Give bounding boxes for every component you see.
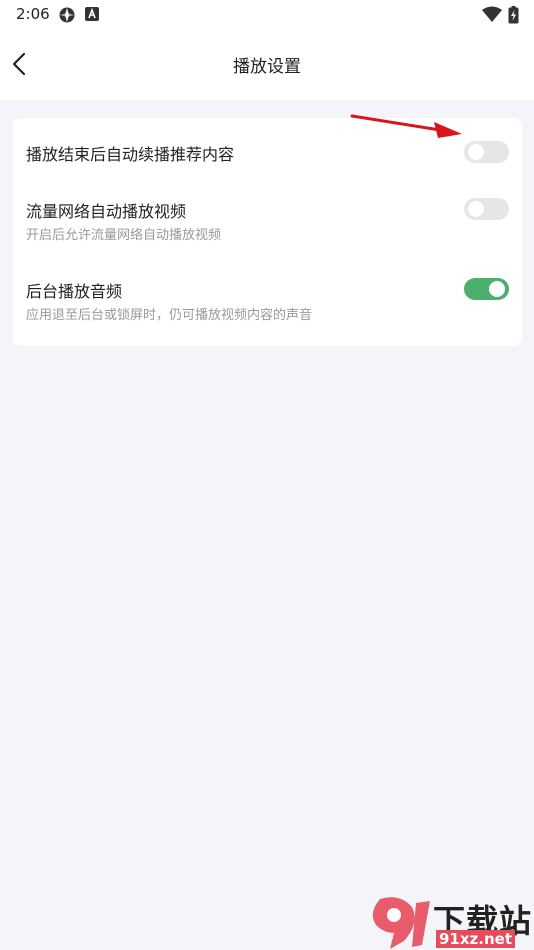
annotation-arrow-icon	[350, 114, 462, 138]
toggle-switch-background-audio[interactable]	[464, 278, 509, 300]
toggle-knob	[468, 201, 484, 217]
status-time: 2:06	[16, 5, 50, 23]
setting-row-mobile-data-autoplay[interactable]: 流量网络自动播放视频 开启后允许流量网络自动播放视频	[13, 186, 522, 256]
toggle-knob	[489, 281, 505, 297]
toggle-knob	[468, 144, 484, 160]
setting-title: 播放结束后自动续播推荐内容	[26, 145, 235, 164]
toggle-switch-autoplay-recommended[interactable]	[464, 141, 509, 163]
settings-card: 播放结束后自动续播推荐内容 流量网络自动播放视频 开启后允许流量网络自动播放视频…	[13, 118, 522, 346]
toggle-switch-mobile-data-autoplay[interactable]	[464, 198, 509, 220]
nav-bar: 播放设置	[0, 28, 534, 100]
setting-title: 流量网络自动播放视频	[26, 202, 187, 221]
accessibility-a-icon	[85, 7, 99, 21]
wifi-icon	[482, 6, 502, 22]
page-title: 播放设置	[233, 57, 301, 77]
watermark-domain: 91xz.net	[436, 930, 516, 948]
setting-title: 后台播放音频	[26, 282, 123, 301]
setting-description: 应用退至后台或锁屏时，仍可播放视频内容的声音	[26, 308, 313, 323]
game-controller-icon	[59, 7, 75, 23]
setting-description: 开启后允许流量网络自动播放视频	[26, 228, 222, 243]
setting-row-background-audio[interactable]: 后台播放音频 应用退至后台或锁屏时，仍可播放视频内容的声音	[13, 266, 522, 338]
status-bar: 2:06	[0, 0, 534, 28]
battery-charging-icon	[508, 6, 519, 24]
